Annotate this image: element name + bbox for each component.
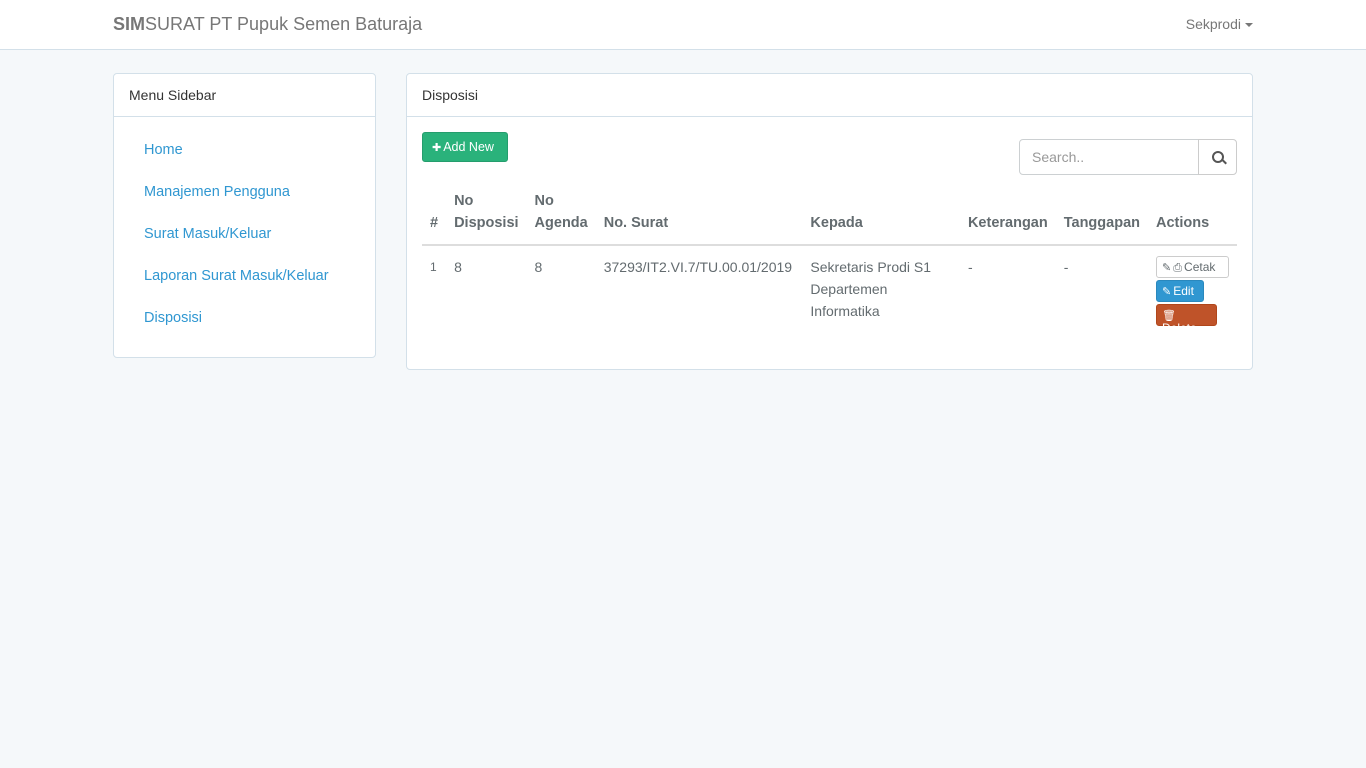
- cell-num: 1: [430, 260, 437, 274]
- sidebar-item-home[interactable]: Home: [144, 142, 183, 158]
- edit-icon: ✎: [1162, 286, 1172, 298]
- search-input[interactable]: Search..: [1019, 139, 1199, 175]
- cetak-button[interactable]: ✎ ⎙ Cetak: [1156, 256, 1229, 278]
- sidebar-title: Menu Sidebar: [114, 74, 375, 117]
- table-header-row: # No Disposisi No Agenda No. Surat Kepada …: [422, 190, 1237, 246]
- sidebar-panel: Menu Sidebar Home Manajemen Pengguna Sur…: [113, 73, 376, 358]
- disposisi-table: # No Disposisi No Agenda No. Surat Kepada …: [422, 190, 1237, 336]
- sidebar-item-disposisi[interactable]: Disposisi: [144, 310, 202, 326]
- edit-icon: ✎: [1162, 262, 1172, 274]
- user-name: Sekprodi: [1185, 16, 1241, 32]
- brand-bold: SIM: [113, 14, 146, 34]
- brand-rest: SURAT PT Pupuk Semen Baturaja: [145, 14, 423, 34]
- add-new-label: Add New: [443, 140, 494, 154]
- cell-no-agenda: 8: [534, 259, 543, 275]
- plus-icon: ✚: [432, 142, 442, 154]
- cell-no-surat: 37293/IT2.VI.7/TU.00.01/2019: [603, 259, 793, 275]
- col-no-surat: No. Surat: [595, 190, 803, 246]
- cell-tanggapan: -: [1063, 259, 1069, 275]
- cell-keterangan: -: [967, 259, 973, 275]
- col-kepada: Kepada: [802, 190, 960, 246]
- col-actions: Actions: [1148, 190, 1237, 246]
- col-no-disposisi: No Disposisi: [446, 190, 527, 246]
- cell-no-disposisi: 8: [454, 259, 462, 275]
- col-no-agenda: No Agenda: [526, 190, 596, 246]
- col-num: #: [422, 190, 447, 246]
- top-navbar: SIMSURAT PT Pupuk Semen Baturaja Sekprod…: [0, 0, 1366, 50]
- add-new-button[interactable]: ✚ Add New: [422, 132, 508, 162]
- disposisi-panel: Disposisi ✚ Add New Search.. # No Disposis…: [406, 73, 1253, 370]
- app-brand[interactable]: SIMSURAT PT Pupuk Semen Baturaja: [113, 14, 422, 35]
- edit-button[interactable]: ✎ Edit: [1156, 280, 1204, 302]
- col-tanggapan: Tanggapan: [1055, 190, 1148, 246]
- print-icon: ⎙: [1173, 262, 1183, 274]
- delete-button[interactable]: 🗑Delete: [1156, 304, 1217, 334]
- sidebar-menu: Home Manajemen Pengguna Surat Masuk/Kelu…: [114, 117, 375, 351]
- page-title: Disposisi: [407, 74, 1252, 117]
- cell-kepada: Sekretaris Prodi S1 Departemen Informatika: [810, 259, 932, 319]
- sidebar-item-manajemen-pengguna[interactable]: Manajemen Pengguna: [144, 184, 290, 200]
- cell-actions: ✎ ⎙ Cetak ✎ Edit 🗑Delete: [1148, 245, 1237, 336]
- search-button[interactable]: [1198, 139, 1237, 175]
- table-row: 1 8 8 37293/IT2.VI.7/TU.00.01/2019 Sekre…: [422, 245, 1237, 336]
- user-dropdown[interactable]: Sekprodi: [1186, 16, 1253, 32]
- caret-down-icon: [1245, 23, 1253, 28]
- col-keterangan: Keterangan: [959, 190, 1056, 246]
- sidebar-item-surat-masuk-keluar[interactable]: Surat Masuk/Keluar: [144, 226, 271, 242]
- sidebar-item-laporan-surat[interactable]: Laporan Surat Masuk/Keluar: [144, 268, 329, 284]
